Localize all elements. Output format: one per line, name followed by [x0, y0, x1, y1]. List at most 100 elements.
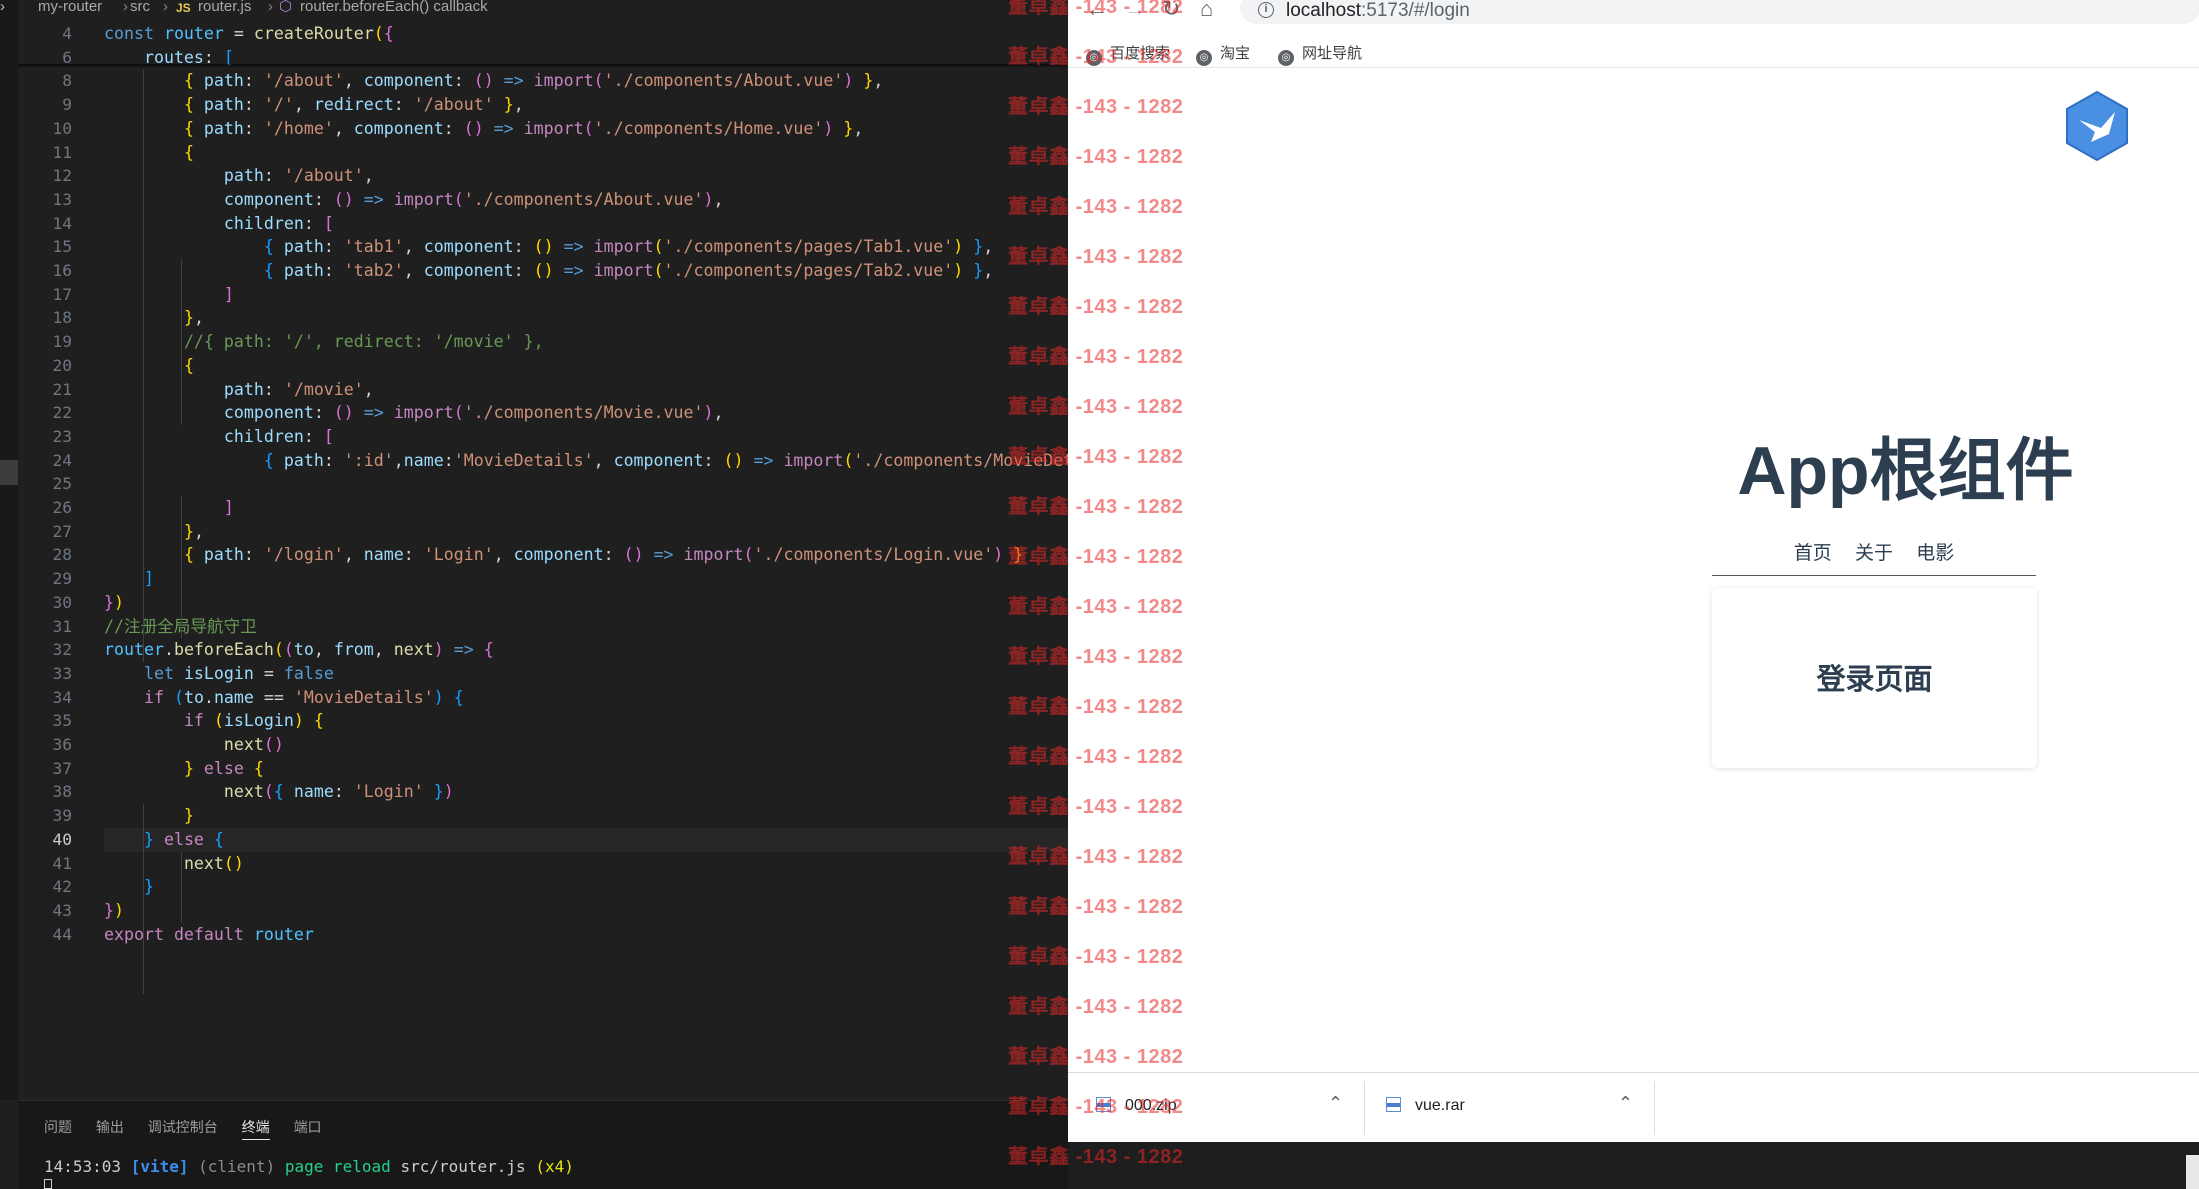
tab-ports[interactable]: 端口 — [294, 1117, 322, 1137]
code-line[interactable]: }) — [104, 591, 124, 615]
home-icon[interactable]: ⌂ — [1200, 0, 1213, 22]
code-line[interactable]: { path: '/', redirect: '/about' }, — [104, 93, 524, 117]
code-line[interactable]: { path: 'tab1', component: () => import(… — [104, 235, 993, 259]
line-number[interactable]: 31 — [18, 615, 73, 639]
site-info-icon[interactable]: i — [1258, 2, 1274, 18]
code-line[interactable]: { path: '/login', name: 'Login', compone… — [104, 543, 1023, 567]
line-number[interactable]: 10 — [18, 117, 73, 141]
code-line[interactable]: }) — [104, 899, 124, 923]
nav-link-home[interactable]: 首页 — [1794, 538, 1832, 565]
tab-terminal[interactable]: 终端 — [241, 1117, 270, 1140]
line-number[interactable]: 19 — [18, 330, 73, 354]
line-number[interactable]: 8 — [18, 69, 72, 93]
code-line[interactable]: { path: '/about', component: () => impor… — [104, 69, 883, 93]
resize-handle[interactable] — [2186, 1155, 2199, 1189]
code-line[interactable]: path: '/about', — [104, 164, 374, 188]
code-area[interactable]: 4 const router = createRouter({6 routes: … — [18, 16, 1068, 1096]
nav-link-movie[interactable]: 电影 — [1916, 538, 1954, 565]
code-token: => — [553, 261, 594, 280]
nav-link-about[interactable]: 关于 — [1855, 538, 1893, 565]
line-number[interactable]: 38 — [18, 780, 73, 804]
tab-problems[interactable]: 问题 — [44, 1117, 72, 1137]
breadcrumb[interactable]: › my-router › src › JS router.js › ⬡ rou… — [0, 0, 1068, 16]
code-line[interactable]: next() — [104, 852, 244, 876]
code-line[interactable]: } — [104, 875, 154, 899]
code-line[interactable]: ] — [104, 283, 234, 307]
code-line[interactable]: //{ path: '/', redirect: '/movie' }, — [104, 330, 544, 354]
line-number[interactable]: 43 — [18, 899, 73, 923]
code-line[interactable]: next() — [104, 733, 284, 757]
line-number[interactable]: 26 — [18, 496, 73, 520]
line-number[interactable]: 16 — [18, 259, 73, 283]
code-line[interactable]: if (isLogin) { — [104, 709, 324, 733]
line-number[interactable]: 24 — [18, 449, 73, 473]
line-number[interactable]: 25 — [18, 472, 73, 496]
line-number[interactable]: 27 — [18, 520, 73, 544]
code-line[interactable]: { — [104, 141, 194, 165]
code-line[interactable]: next({ name: 'Login' }) — [104, 780, 454, 804]
line-number[interactable]: 40 — [18, 828, 73, 852]
line-number[interactable]: 35 — [18, 709, 73, 733]
code-line[interactable]: export default router — [104, 923, 314, 947]
download-item-rar[interactable]: vue.rar — [1386, 1097, 1465, 1115]
line-number[interactable]: 44 — [18, 923, 73, 947]
line-number[interactable]: 33 — [18, 662, 73, 686]
line-number[interactable]: 34 — [18, 686, 73, 710]
line-number[interactable]: 12 — [18, 164, 73, 188]
line-number[interactable]: 18 — [18, 306, 73, 330]
line-number[interactable]: 30 — [18, 591, 73, 615]
code-line[interactable]: component: () => import('./components/Ab… — [104, 188, 724, 212]
code-line[interactable]: children: [ — [104, 212, 334, 236]
code-line[interactable]: { path: '/home', component: () => import… — [104, 117, 863, 141]
line-number[interactable]: 13 — [18, 188, 73, 212]
code-line[interactable]: ] — [104, 567, 154, 591]
breadcrumb-item-file[interactable]: router.js — [198, 0, 251, 14]
line-number[interactable]: 17 — [18, 283, 73, 307]
line-number[interactable]: 41 — [18, 852, 73, 876]
line-number[interactable]: 21 — [18, 378, 73, 402]
line-number[interactable]: 39 — [18, 804, 73, 828]
code-line[interactable]: } — [104, 804, 194, 828]
chevron-up-icon[interactable]: ⌃ — [1328, 1093, 1343, 1114]
line-number[interactable]: 14 — [18, 212, 73, 236]
code-line[interactable]: component: () => import('./components/Mo… — [104, 401, 724, 425]
url-text[interactable]: localhost:5173/#/login — [1286, 0, 1470, 22]
line-number[interactable]: 37 — [18, 757, 73, 781]
code-line[interactable]: }, — [104, 306, 204, 330]
code-line[interactable]: path: '/movie', — [104, 378, 374, 402]
terminal-output[interactable]: 14:53:03 [vite] (client) page reload src… — [44, 1157, 574, 1176]
line-number[interactable]: 11 — [18, 141, 73, 165]
code-line[interactable]: children: [ — [104, 425, 334, 449]
chevron-up-icon[interactable]: ⌃ — [1618, 1093, 1633, 1114]
line-number[interactable]: 15 — [18, 235, 73, 259]
code-editor[interactable]: › my-router › src › JS router.js › ⬡ rou… — [0, 0, 1068, 1189]
line-number[interactable]: 29 — [18, 567, 73, 591]
line-number[interactable]: 32 — [18, 638, 73, 662]
line-number[interactable]: 36 — [18, 733, 73, 757]
line-number[interactable]: 42 — [18, 875, 73, 899]
line-number[interactable]: 22 — [18, 401, 73, 425]
code-line[interactable]: } else { — [104, 828, 224, 852]
tab-output[interactable]: 输出 — [96, 1117, 124, 1137]
line-number[interactable]: 4 — [18, 22, 72, 46]
line-number[interactable]: 9 — [18, 93, 72, 117]
code-line[interactable]: } else { — [104, 757, 264, 781]
line-number[interactable]: 28 — [18, 543, 73, 567]
code-line[interactable]: if (to.name == 'MovieDetails') { — [104, 686, 464, 710]
code-token: { — [183, 545, 204, 565]
code-line[interactable]: let isLogin = false — [104, 662, 334, 686]
tab-debug-console[interactable]: 调试控制台 — [148, 1117, 218, 1137]
bookmark-taobao[interactable]: ◎ 淘宝 — [1196, 42, 1250, 66]
breadcrumb-item-folder[interactable]: src — [130, 0, 150, 14]
code-line[interactable]: const router = createRouter({ — [104, 22, 394, 46]
code-line[interactable]: router.beforeEach((to, from, next) => { — [104, 638, 494, 662]
code-line[interactable]: }, — [104, 520, 204, 544]
code-line[interactable]: { path: 'tab2', component: () => import(… — [104, 259, 993, 283]
line-number[interactable]: 23 — [18, 425, 73, 449]
breadcrumb-item-symbol[interactable]: router.beforeEach() callback — [300, 0, 488, 14]
code-line[interactable]: { path: ':id',name:'MovieDetails', compo… — [104, 449, 1068, 473]
code-line[interactable]: ] — [104, 496, 234, 520]
breadcrumb-item-project[interactable]: my-router — [38, 0, 102, 14]
line-number[interactable]: 20 — [18, 354, 73, 378]
bookmark-nav[interactable]: ◎ 网址导航 — [1278, 42, 1362, 66]
